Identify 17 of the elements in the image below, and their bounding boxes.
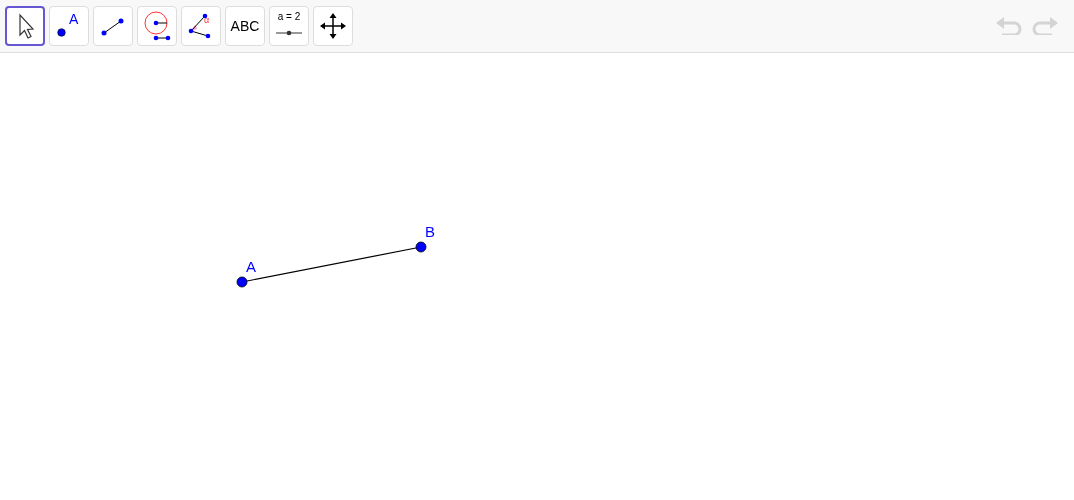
tool-button[interactable]: ABC [225,6,265,46]
tool-button[interactable]: α [181,6,221,46]
point[interactable] [415,241,427,253]
tool-button[interactable]: a = 2 [269,6,309,46]
point-label: A [69,10,79,29]
text-tool-label: ABC [230,16,260,36]
point-label: B [425,223,435,240]
point[interactable] [236,276,248,288]
tool-button[interactable] [5,6,45,46]
tool-button[interactable]: A [49,6,89,46]
undo-icon [996,17,1024,35]
redo-icon [1030,17,1058,35]
point-label: A [246,258,256,275]
slider-label: a = 2 [276,12,302,22]
angle-label: α [204,16,210,25]
point-icon [57,28,66,37]
slider-icon [276,30,302,36]
